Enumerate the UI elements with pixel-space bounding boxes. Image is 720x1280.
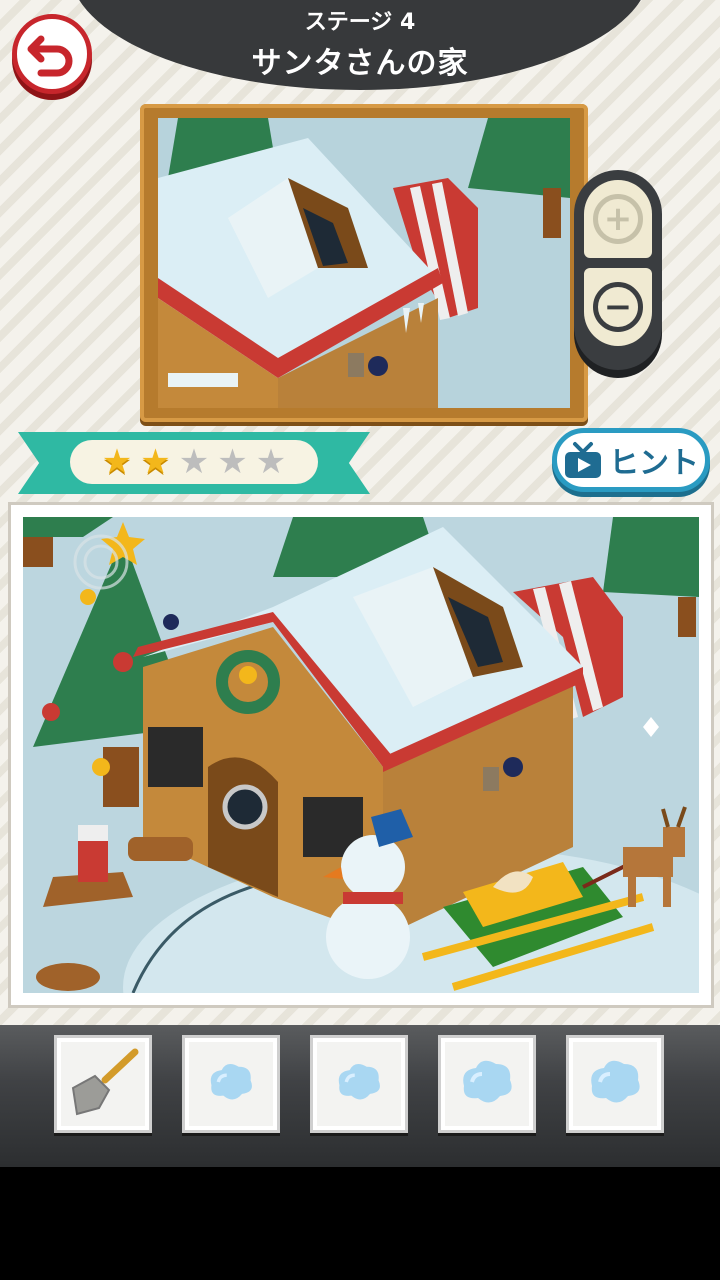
star-filled-icon: ★ xyxy=(101,442,133,482)
zoom-in-button[interactable]: + xyxy=(584,180,652,258)
inventory-slot[interactable] xyxy=(182,1035,280,1133)
santa-house-scene-image xyxy=(23,517,699,993)
plus-icon: + xyxy=(593,194,643,244)
tv-icon xyxy=(565,442,601,478)
hint-label: ヒント xyxy=(609,446,699,481)
minus-icon: − xyxy=(593,282,643,332)
snow-clump-icon xyxy=(196,1052,266,1116)
stage-header: ステージ 4 サンタさんの家 xyxy=(70,0,650,90)
star-empty-icon: ★ xyxy=(255,442,287,482)
inventory-bar xyxy=(0,1025,720,1167)
back-button[interactable] xyxy=(12,14,92,94)
shovel-icon xyxy=(63,1042,143,1126)
back-arrow-icon xyxy=(27,35,73,77)
zoom-control: + − xyxy=(574,170,662,370)
hint-button[interactable]: ヒント xyxy=(552,428,710,492)
zoom-out-button[interactable]: − xyxy=(584,268,652,346)
zoom-scene-image xyxy=(158,118,570,408)
main-scene[interactable] xyxy=(23,517,699,993)
star-empty-icon: ★ xyxy=(217,442,248,482)
star-rating: ★ ★ ★ ★ ★ xyxy=(70,440,318,484)
stage-number: ステージ 4 xyxy=(304,10,416,35)
inventory-slot[interactable] xyxy=(310,1035,408,1133)
star-filled-icon: ★ xyxy=(140,442,171,482)
inventory-slot[interactable] xyxy=(54,1035,152,1133)
zoom-view[interactable] xyxy=(158,118,570,408)
stage-title: サンタさんの家 xyxy=(251,46,469,81)
inventory-slot[interactable] xyxy=(438,1035,536,1133)
inventory-slot[interactable] xyxy=(566,1035,664,1133)
snow-clump-icon xyxy=(324,1052,394,1116)
snow-clump-icon xyxy=(452,1052,522,1116)
scene-frame xyxy=(8,502,714,1008)
star-empty-icon: ★ xyxy=(178,442,210,482)
zoom-view-frame xyxy=(140,104,588,422)
snow-clump-icon xyxy=(580,1052,650,1116)
